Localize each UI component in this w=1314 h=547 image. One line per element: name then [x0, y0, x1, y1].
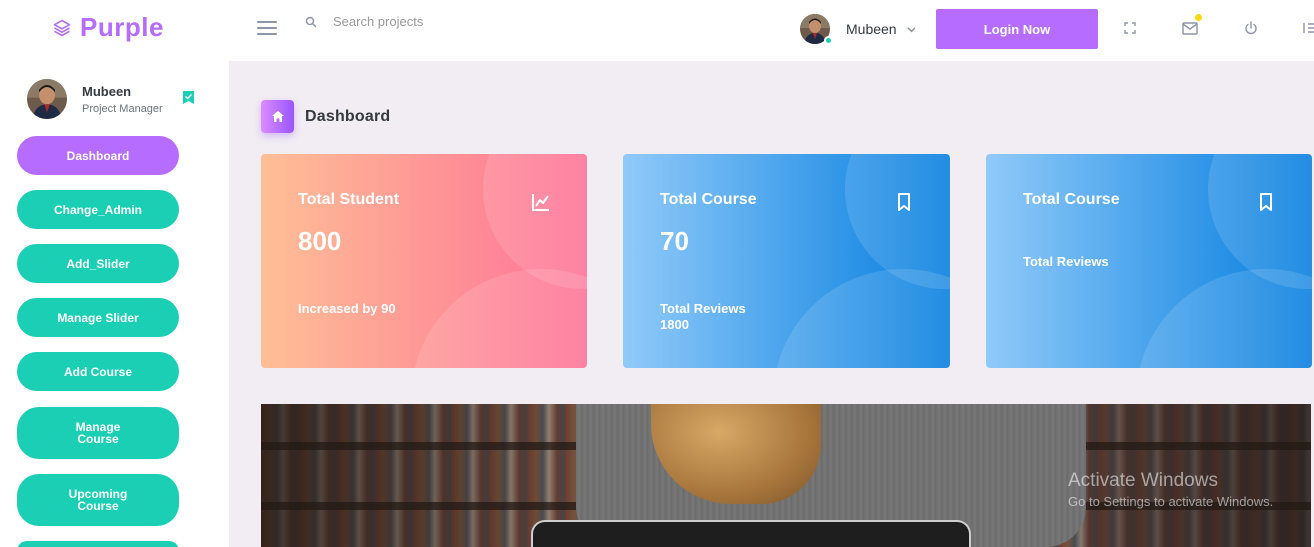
brand-logo[interactable]: Purple — [52, 12, 164, 43]
laptop-illustration — [531, 520, 971, 547]
sidebar: Mubeen Project Manager Dashboard Change_… — [0, 61, 229, 547]
fullscreen-icon[interactable] — [1121, 19, 1139, 37]
sidebar-profile-name: Mubeen — [82, 83, 132, 99]
mail-icon[interactable] — [1181, 14, 1202, 37]
avatar — [800, 14, 833, 45]
avatar — [27, 79, 67, 119]
sidebar-item-add-slider[interactable]: Add_Slider — [17, 244, 179, 283]
card-subtext: Total Reviews 1800 — [660, 301, 746, 332]
brand-name: Purple — [80, 12, 164, 42]
navbar-profile-name: Mubeen — [846, 21, 897, 37]
sidebar-item-add-course[interactable]: Add Course — [17, 352, 179, 391]
card-value: 800 — [298, 226, 342, 256]
stat-card-total-course-reviews: Total Course Total Reviews — [986, 154, 1312, 368]
bookmark-icon — [1260, 193, 1272, 211]
page-title: Dashboard — [305, 107, 391, 125]
layers-icon — [53, 19, 71, 36]
sidebar-item-manage-slider[interactable]: Manage Slider — [17, 298, 179, 337]
page-header: Dashboard — [261, 100, 390, 133]
search-input[interactable] — [333, 14, 633, 29]
card-subtext: Total Reviews — [1023, 254, 1109, 269]
card-title: Total Course — [1023, 191, 1120, 208]
card-value: 70 — [660, 226, 689, 256]
search-bar — [305, 14, 633, 29]
power-icon[interactable] — [1242, 19, 1260, 37]
sidebar-item-change-admin[interactable]: Change_Admin — [17, 190, 179, 229]
card-title: Total Student — [298, 191, 400, 208]
bookmark-icon — [898, 193, 910, 211]
search-icon — [305, 16, 317, 27]
bookmark-check-icon — [183, 91, 194, 104]
watermark-subtitle: Go to Settings to activate Windows. — [1068, 494, 1274, 509]
home-icon — [261, 100, 294, 133]
stat-card-total-course: Total Course 70 Total Reviews 1800 — [623, 154, 950, 368]
navbar-profile-dropdown[interactable]: Mubeen — [800, 14, 916, 45]
windows-activation-watermark: Activate Windows Go to Settings to activ… — [1068, 470, 1273, 509]
settings-icon[interactable] — [1300, 19, 1314, 37]
watermark-title: Activate Windows — [1068, 470, 1218, 491]
online-status-dot — [824, 36, 833, 45]
sidebar-profile-role: Project Manager — [82, 102, 163, 115]
sidebar-item-upcoming-course[interactable]: Upcoming Course — [17, 474, 179, 526]
sidebar-item-dashboard[interactable]: Dashboard — [17, 136, 179, 175]
stat-card-total-student: Total Student 800 Increased by 90 — [261, 154, 587, 368]
sidebar-item-partial[interactable] — [17, 541, 179, 547]
chevron-down-icon — [906, 26, 916, 32]
login-button[interactable]: Login Now — [936, 9, 1098, 49]
card-subtext: Increased by 90 — [298, 301, 396, 316]
menu-icon[interactable] — [257, 18, 277, 38]
sidebar-item-manage-course[interactable]: Manage Course — [17, 407, 179, 459]
top-navbar: Purple Mubeen — [0, 0, 1314, 61]
notification-dot — [1195, 14, 1202, 21]
chart-line-icon — [532, 194, 549, 211]
sidebar-profile[interactable]: Mubeen Project Manager — [27, 79, 163, 119]
card-title: Total Course — [660, 191, 757, 208]
